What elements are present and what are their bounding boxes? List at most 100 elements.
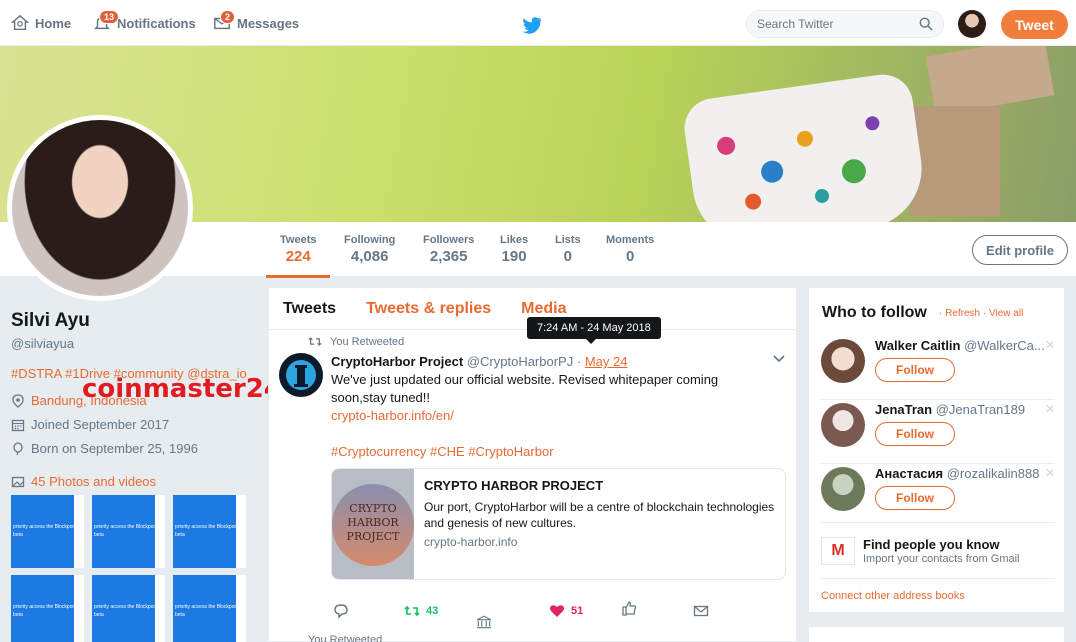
- thumb-caption: priority access the Blockport beta: [94, 524, 157, 538]
- timestamp-tooltip: 7:24 AM - 24 May 2018: [527, 317, 661, 344]
- tweet-author-name[interactable]: CryptoHarbor Project: [331, 354, 463, 369]
- tweet-author-handle[interactable]: @CryptoHarborPJ: [467, 354, 573, 369]
- nav-home[interactable]: Home: [11, 0, 71, 46]
- tweet-hashtags[interactable]: #Cryptocurrency #CHE #CryptoHarbor: [331, 443, 771, 461]
- suggestion-display-name: JenaTran: [875, 402, 933, 417]
- bank-action[interactable]: [476, 614, 492, 630]
- nav-messages-label: Messages: [237, 15, 300, 31]
- card-title: CRYPTO HARBOR PROJECT: [424, 478, 604, 493]
- thumbs-up-action[interactable]: [621, 600, 637, 616]
- profile-sidebar: Silvi Ayu @silviayua #DSTRA #1Drive #com…: [11, 310, 261, 642]
- stat-value: 0: [563, 248, 573, 265]
- stat-label: Followers: [423, 234, 475, 246]
- connect-address-books-link[interactable]: Connect other address books: [821, 590, 965, 602]
- tab-tweets[interactable]: Tweets: [283, 300, 336, 317]
- thumb-caption: priority access the Blockport beta: [175, 604, 238, 618]
- twitter-bird-icon[interactable]: [522, 16, 542, 34]
- suggestion-avatar[interactable]: [821, 403, 865, 447]
- reply-icon: [334, 604, 348, 619]
- direct-message-action[interactable]: [693, 603, 709, 619]
- card-description: Our port, CryptoHarbor will be a centre …: [424, 500, 775, 530]
- retweet-small-icon: [308, 337, 322, 346]
- stat-likes[interactable]: Likes 190: [500, 234, 528, 265]
- stat-followers[interactable]: Followers 2,365: [423, 234, 474, 265]
- photo-thumbnail[interactable]: priority access the Blockport beta: [173, 495, 246, 568]
- edit-profile-button[interactable]: Edit profile: [972, 235, 1068, 265]
- search-box: [746, 10, 944, 38]
- suggestion-handle: @JenaTran189: [935, 402, 1026, 417]
- trends-panel: [808, 626, 1065, 642]
- find-people-title[interactable]: Find people you know: [863, 537, 1000, 552]
- suggestion-avatar[interactable]: [821, 467, 865, 511]
- lighthouse-icon: [286, 360, 316, 390]
- like-action[interactable]: 51: [549, 603, 583, 619]
- follow-button[interactable]: Follow: [875, 358, 955, 382]
- suggestion-item: Walker Caitlin @WalkerCa... Follow ✕: [821, 336, 1055, 400]
- nav-notifications-label: Notifications: [117, 15, 196, 31]
- stat-value: 4,086: [350, 248, 389, 265]
- suggestion-name[interactable]: Walker Caitlin @WalkerCa...: [875, 338, 1045, 353]
- thumb-caption: priority access the Blockport beta: [94, 604, 157, 618]
- card-body: CRYPTO HARBOR PROJECT Our port, CryptoHa…: [414, 469, 785, 579]
- stat-tweets[interactable]: Tweets 224: [265, 234, 332, 278]
- retweet-action[interactable]: 43: [404, 603, 438, 619]
- photo-thumbnail[interactable]: priority access the Blockport beta: [173, 575, 246, 642]
- stat-label: Likes: [500, 234, 529, 246]
- profile-avatar[interactable]: [7, 115, 193, 301]
- tweet-date[interactable]: May 24: [585, 354, 628, 369]
- profile-handle[interactable]: @silviayua: [11, 336, 261, 351]
- tweet-author-avatar[interactable]: [279, 353, 323, 397]
- retweet-context: You Retweeted: [308, 336, 404, 348]
- envelope-icon: [693, 605, 709, 617]
- stat-following[interactable]: Following 4,086: [344, 234, 395, 265]
- tweet-actions: 43 51: [331, 600, 731, 629]
- follow-button[interactable]: Follow: [875, 486, 955, 510]
- photo-thumbnail[interactable]: priority access the Blockport beta: [11, 495, 84, 568]
- profile-name[interactable]: Silvi Ayu: [11, 310, 261, 332]
- dismiss-icon[interactable]: ✕: [1045, 338, 1055, 352]
- photo-icon: [11, 476, 25, 487]
- reply-action[interactable]: [333, 603, 349, 619]
- photos-videos-label[interactable]: 45 Photos and videos: [31, 474, 156, 489]
- account-avatar[interactable]: [958, 10, 986, 38]
- tweet-link[interactable]: crypto-harbor.info/en/: [331, 407, 771, 425]
- find-people-section[interactable]: M Find people you know Import your conta…: [821, 525, 1055, 579]
- follow-button[interactable]: Follow: [875, 422, 955, 446]
- suggestion-display-name: Анастасия: [875, 466, 944, 481]
- retweet-context-label: You Retweeted: [308, 634, 383, 642]
- chevron-down-icon[interactable]: [772, 354, 786, 364]
- suggestion-name[interactable]: JenaTran @JenaTran189: [875, 402, 1045, 417]
- suggestion-item: Анастасия @rozalikalin888 Follow ✕: [821, 464, 1055, 528]
- stat-lists[interactable]: Lists 0: [555, 234, 581, 265]
- search-input[interactable]: [757, 17, 907, 31]
- location-pin-icon: [12, 393, 24, 408]
- link-preview-card[interactable]: CRYPTO HARBOR PROJECT CRYPTO HARBOR PROJ…: [331, 468, 786, 580]
- tweet-button[interactable]: Tweet: [1001, 10, 1068, 39]
- photo-thumbnail[interactable]: priority access the Blockport beta: [92, 575, 165, 642]
- suggestion-name[interactable]: Анастасия @rozalikalin888: [875, 466, 1045, 481]
- dismiss-icon[interactable]: ✕: [1045, 466, 1055, 480]
- suggestion-display-name: Walker Caitlin: [875, 338, 961, 353]
- retweet-icon: [404, 605, 420, 617]
- card-image: CRYPTO HARBOR PROJECT: [332, 469, 414, 579]
- suggestion-avatar[interactable]: [821, 339, 865, 383]
- dismiss-icon[interactable]: ✕: [1045, 402, 1055, 416]
- stat-moments[interactable]: Moments 0: [606, 234, 654, 265]
- profile-joined: Joined September 2017: [11, 417, 261, 432]
- stat-value: 0: [625, 248, 635, 265]
- retweet-context-label: You Retweeted: [330, 336, 405, 348]
- suggestion-handle: @WalkerCa...: [964, 338, 1045, 353]
- home-icon: [11, 14, 29, 31]
- suggestion-handle: @rozalikalin888: [946, 466, 1040, 481]
- photos-videos-link[interactable]: 45 Photos and videos: [11, 474, 261, 489]
- like-count: 51: [571, 605, 584, 617]
- top-navigation: Home Notifications 13 Messages 2 Tweet: [0, 0, 1076, 46]
- photo-thumbnail[interactable]: priority access the Blockport beta: [92, 495, 165, 568]
- tab-tweets-replies[interactable]: Tweets & replies: [366, 300, 491, 317]
- tab-media[interactable]: Media: [521, 300, 566, 317]
- calendar-icon: [11, 419, 25, 431]
- refresh-view-all-links[interactable]: · Refresh · View all: [939, 308, 1023, 319]
- photo-thumbnail[interactable]: priority access the Blockport beta: [11, 575, 84, 642]
- search-icon[interactable]: [919, 17, 933, 31]
- messages-badge: 2: [220, 10, 236, 24]
